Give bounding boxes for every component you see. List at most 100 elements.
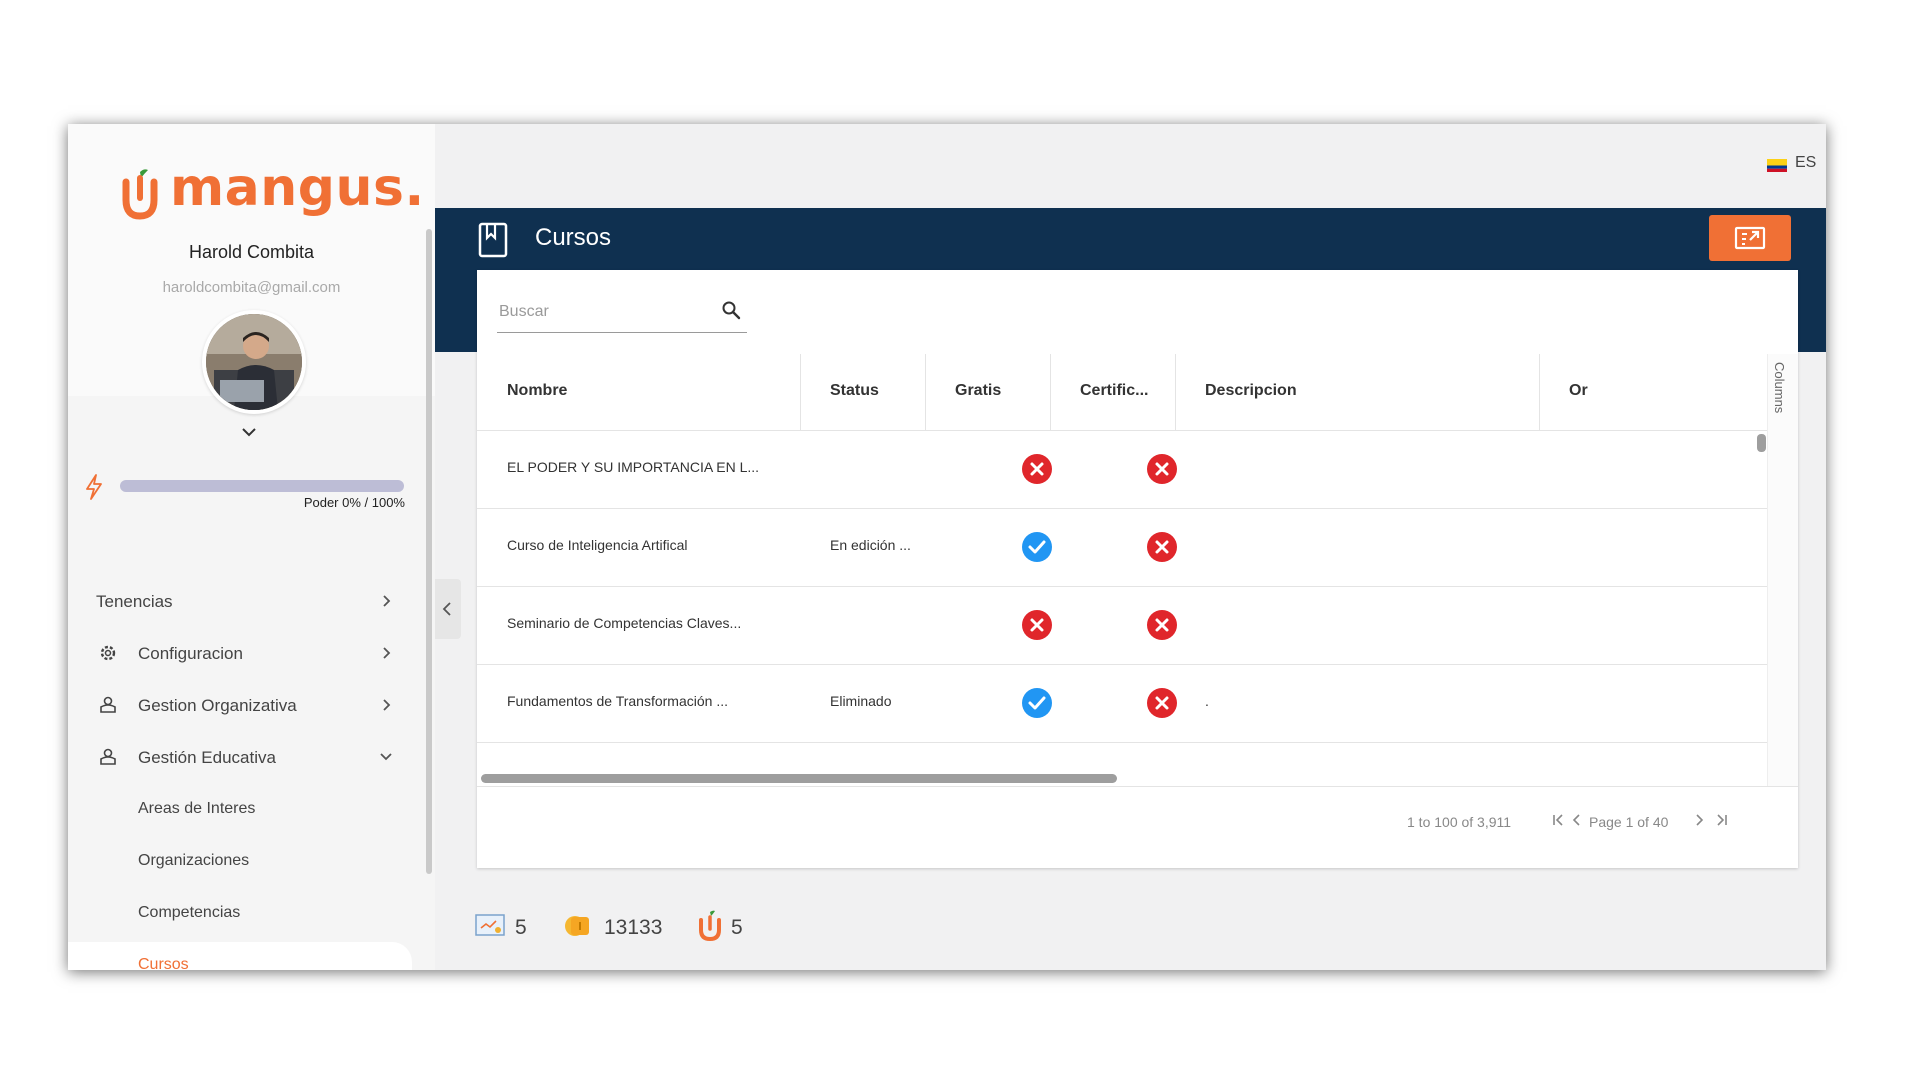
columns-side-panel[interactable]: Columns [1767, 354, 1798, 786]
table-horizontal-scrollbar[interactable] [477, 770, 1767, 786]
table-row[interactable]: Curso de Inteligencia Artifical En edici… [477, 509, 1767, 587]
pagination-page: Page 1 of 40 [1589, 814, 1669, 830]
brand-name: mangus. [170, 158, 425, 218]
stat-presentations: 5 [515, 916, 527, 939]
page-title: Cursos [535, 224, 612, 251]
column-header-label: Or [1569, 382, 1588, 399]
next-page-icon[interactable] [1693, 813, 1705, 827]
presentation-icon [475, 914, 505, 936]
book-icon [478, 222, 508, 258]
app-window: mangus. Harold Combita haroldcombita@gma… [68, 124, 1826, 970]
stat-mangus: 5 [731, 916, 743, 939]
language-selector[interactable]: ES [1795, 154, 1816, 172]
sidebar-item-label: Competencias [138, 904, 241, 921]
footer-stats-bar: 5 13133 5 [435, 888, 1826, 970]
courses-table: Nombre Status Gratis Certific... Descrip… [477, 354, 1798, 786]
users-icon [100, 696, 116, 713]
column-header-label: Status [830, 382, 879, 399]
first-page-icon[interactable] [1551, 813, 1567, 827]
x-circle-icon [1147, 688, 1177, 718]
cell-nombre: Fundamentos de Transformación ... [507, 693, 728, 709]
table-vertical-scrollbar[interactable] [1757, 434, 1766, 452]
power-label: Poder 0% / 100% [303, 495, 405, 510]
chevron-right-icon [383, 699, 391, 711]
column-header-certificado[interactable]: Certific... [1050, 354, 1176, 430]
gear-icon [100, 645, 116, 661]
x-circle-icon [1147, 610, 1177, 640]
sidebar-item-gestion-organizativa[interactable]: Gestion Organizativa [68, 684, 435, 728]
column-header-status[interactable]: Status [800, 354, 926, 430]
sidebar-item-label: Areas de Interes [138, 800, 256, 817]
import-courses-button[interactable] [1709, 215, 1791, 261]
user-email: haroldcombita@gmail.com [162, 279, 341, 296]
cell-descripcion: . [1205, 693, 1209, 709]
sidebar-item-label: Gestión Educativa [138, 748, 276, 767]
last-page-icon[interactable] [1713, 813, 1729, 827]
pagination-range: 1 to 100 of 3,911 [1407, 814, 1512, 830]
sidebar-item-label: Organizaciones [138, 852, 250, 869]
avatar[interactable] [202, 310, 306, 414]
sidebar-item-gestion-educativa[interactable]: Gestión Educativa [68, 736, 435, 780]
presentation-import-icon [1734, 226, 1766, 250]
cell-nombre: Seminario de Competencias Claves... [507, 615, 742, 631]
pagination: 1 to 100 of 3,911 Page 1 of 40 [477, 786, 1798, 869]
sidebar-item-competencias[interactable]: Competencias [68, 892, 435, 936]
stat-coins: 13133 [604, 916, 663, 939]
lightning-icon [86, 474, 102, 500]
mangus-logo-icon [699, 910, 721, 942]
coins-icon [565, 916, 589, 936]
column-header-label: Descripcion [1205, 382, 1297, 399]
chevron-left-icon [442, 602, 451, 616]
chevron-right-icon [383, 647, 391, 659]
user-name: Harold Combita [188, 242, 315, 262]
x-circle-icon [1022, 610, 1052, 640]
search-input[interactable] [497, 298, 711, 326]
sidebar: mangus. Harold Combita haroldcombita@gma… [68, 124, 435, 970]
users-icon [100, 748, 116, 765]
sidebar-item-organizaciones[interactable]: Organizaciones [68, 840, 435, 884]
search-icon[interactable] [721, 300, 741, 320]
sidebar-item-areas-de-interes[interactable]: Areas de Interes [68, 788, 435, 832]
sidebar-item-label: Configuracion [138, 644, 243, 663]
cell-status: Eliminado [830, 693, 892, 709]
table-row[interactable]: Seminario de Competencias Claves... [477, 587, 1767, 665]
sidebar-scrollbar[interactable] [426, 229, 432, 874]
x-circle-icon [1022, 454, 1052, 484]
search-box [497, 290, 747, 333]
sidebar-item-label: Cursos [138, 956, 189, 970]
sidebar-item-tenencias[interactable]: Tenencias [68, 580, 435, 624]
column-header-label: Gratis [955, 382, 1002, 399]
chevron-down-icon [380, 753, 392, 761]
column-header-gratis[interactable]: Gratis [925, 354, 1051, 430]
columns-panel-label: Columns [1772, 362, 1787, 414]
colombia-flag-icon[interactable] [1767, 159, 1787, 172]
chevron-down-icon[interactable] [240, 426, 258, 438]
sidebar-collapse-button[interactable] [435, 579, 461, 639]
column-header-or[interactable]: Or [1539, 354, 1767, 430]
chevron-right-icon [383, 595, 391, 607]
cell-status: En edición ... [830, 537, 911, 553]
check-circle-icon [1022, 532, 1052, 562]
courses-card: Nombre Status Gratis Certific... Descrip… [477, 270, 1798, 868]
table-row[interactable]: EL PODER Y SU IMPORTANCIA EN L... [477, 431, 1767, 509]
column-header-label: Certific... [1080, 382, 1149, 399]
column-header-label: Nombre [507, 382, 568, 399]
x-circle-icon [1147, 454, 1177, 484]
table-row[interactable]: Fundamentos de Transformación ... Elimin… [477, 665, 1767, 743]
sidebar-item-cursos[interactable]: Cursos [68, 942, 412, 970]
check-circle-icon [1022, 688, 1052, 718]
cell-nombre: Curso de Inteligencia Artifical [507, 537, 688, 553]
horizontal-scroll-thumb[interactable] [481, 774, 1117, 783]
x-circle-icon [1147, 532, 1177, 562]
power-progress-bar [120, 480, 404, 492]
table-header: Nombre Status Gratis Certific... Descrip… [477, 354, 1767, 431]
column-header-nombre[interactable]: Nombre [477, 354, 801, 430]
sidebar-item-label: Tenencias [96, 592, 173, 611]
top-bar: ES [435, 124, 1826, 208]
avatar-photo [206, 314, 302, 410]
logo[interactable]: mangus. [118, 158, 424, 226]
cell-nombre: EL PODER Y SU IMPORTANCIA EN L... [507, 459, 760, 475]
sidebar-item-configuracion[interactable]: Configuracion [68, 632, 435, 676]
previous-page-icon[interactable] [1571, 813, 1583, 827]
column-header-descripcion[interactable]: Descripcion [1175, 354, 1540, 430]
